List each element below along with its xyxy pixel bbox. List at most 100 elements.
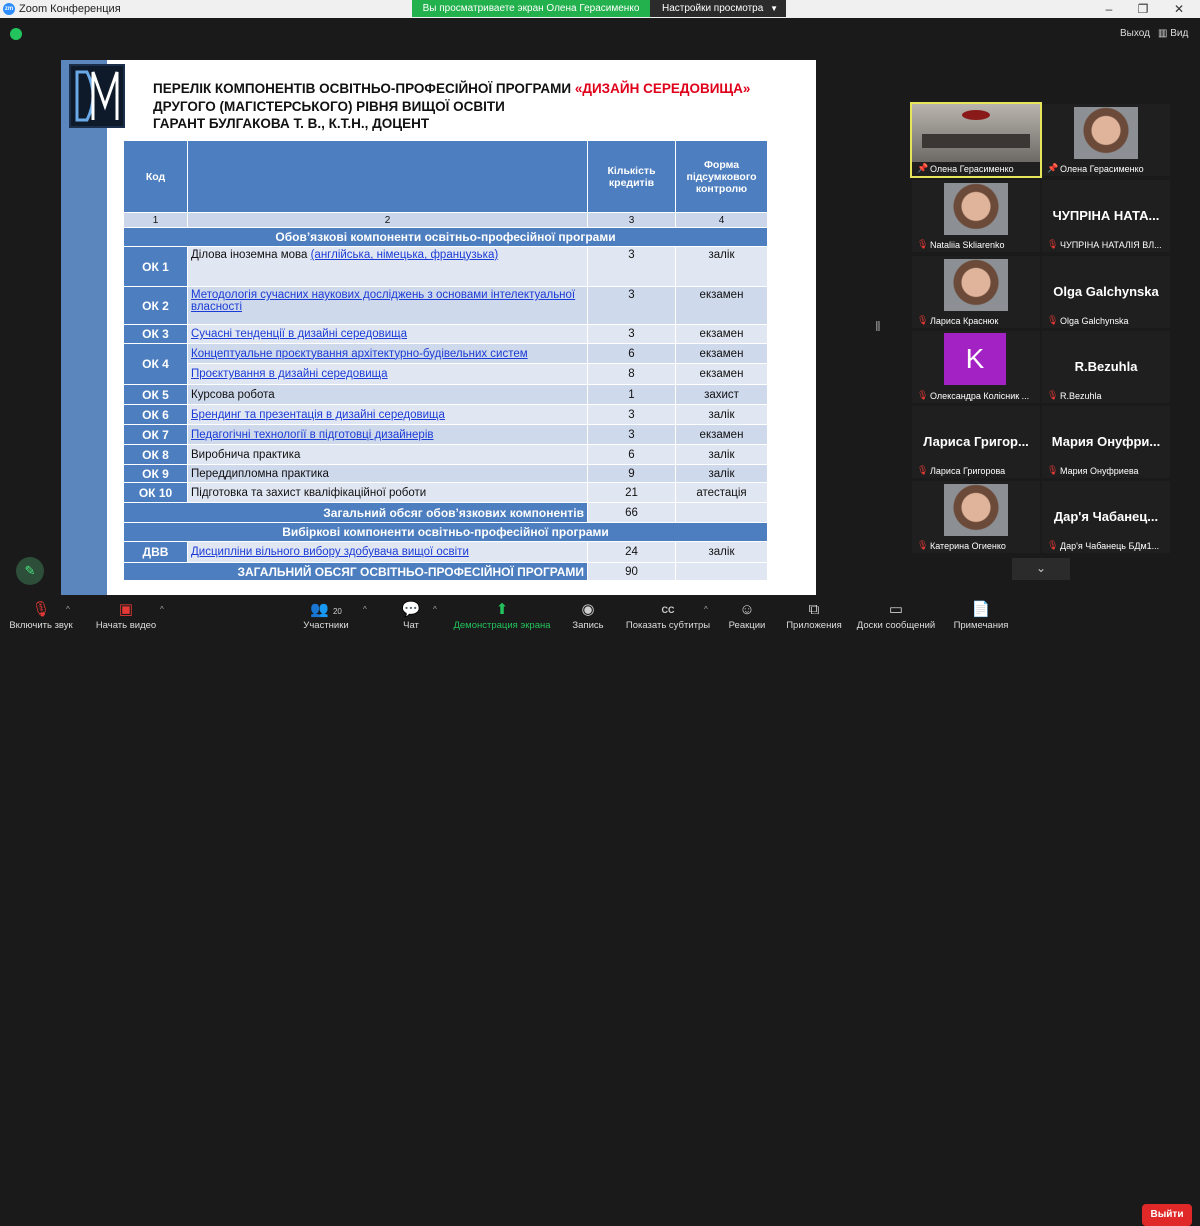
notes-button[interactable]: 📄 Примечания [948, 598, 1014, 638]
total-empty [675, 502, 768, 523]
participant-name: Дар'я Чабанець БДм1... [1060, 541, 1160, 551]
row-name: Переддипломна практика [191, 467, 329, 480]
captions-button[interactable]: CC Показать субтитры [624, 598, 712, 638]
row-form: екзамен [675, 324, 768, 344]
row-name-link[interactable]: Брендинг та презентація в дизайні середо… [191, 409, 445, 421]
participant-tile[interactable]: 🎙 Nataliia Skliarenko [912, 180, 1040, 252]
row-name-link[interactable]: Педагогічні технології в підготовці диза… [191, 429, 434, 441]
participant-name: Nataliia Skliarenko [930, 240, 1005, 250]
minimize-icon[interactable]: – [1094, 2, 1124, 16]
security-shield-icon[interactable] [10, 28, 22, 40]
participant-video [944, 259, 1008, 311]
participant-tile[interactable]: Olga Galchynska 🎙 Olga Galchynska [1042, 256, 1170, 328]
row-name-link[interactable]: Методологія сучасних наукових досліджень… [191, 289, 575, 313]
row-name-link[interactable]: (англійська, німецька, французька) [311, 249, 499, 261]
participant-tile[interactable]: 📌 Олена Герасименко [910, 102, 1042, 178]
table-row: ОК 5 Курсова робота 1 захист [123, 384, 768, 405]
row-name-link[interactable]: Концептуальне проєктування архітектурно-… [191, 348, 528, 360]
heading-line3: ГАРАНТ БУЛГАКОВА Т. В., К.Т.Н., ДОЦЕНТ [153, 116, 430, 131]
mic-muted-icon: 🎙 [1047, 465, 1059, 475]
chevron-down-icon: ⌄ [1035, 561, 1047, 575]
share-banner: Вы просматриваете экран Олена Герасименк… [412, 0, 650, 17]
video-options-caret-icon[interactable]: ^ [160, 605, 164, 614]
participant-tile[interactable]: R.Bezuhla 🎙 R.Bezuhla [1042, 331, 1170, 403]
participant-name: Мария Онуфриева [1060, 466, 1139, 476]
share-screen-icon: ⬆ [495, 601, 509, 618]
row-credits: 9 [587, 464, 676, 483]
notes-label: Примечания [953, 620, 1009, 631]
slide-heading: ПЕРЕЛІК КОМПОНЕНТІВ ОСВІТНЬО-ПРОФЕСІЙНОЇ… [153, 80, 750, 133]
chat-icon: 💬 [401, 601, 421, 618]
total-label: ЗАГАЛЬНИЙ ОБСЯГ ОСВІТНЬО-ПРОФЕСІЙНОЇ ПРО… [123, 562, 588, 581]
reactions-label: Реакции [728, 620, 766, 631]
mic-muted-icon: 🎙 [1047, 239, 1059, 249]
maximize-icon[interactable]: ❐ [1128, 2, 1158, 16]
total-value: 90 [587, 562, 676, 581]
slide-side-stripe [61, 60, 107, 595]
participant-name: ЧУПРІНА НАТАЛІЯ ВЛ... [1060, 240, 1162, 250]
apps-button[interactable]: ⧉ Приложения [782, 598, 846, 638]
view-button[interactable]: ▥ Вид [1158, 28, 1188, 39]
participant-name: Катерина Огиенко [930, 541, 1006, 551]
row-credits: 6 [587, 444, 676, 465]
leave-meeting-button[interactable]: Выйти [1142, 1204, 1192, 1226]
participant-tile[interactable]: Мария Онуфри... 🎙 Мария Онуфриева [1042, 406, 1170, 478]
audio-options-caret-icon[interactable]: ^ [66, 605, 70, 614]
participants-label: Участники [303, 620, 349, 631]
mic-muted-icon: 🎙 [917, 239, 929, 249]
row-name-link[interactable]: Дисципліни вільного вибору здобувача вищ… [191, 546, 469, 558]
participant-tile[interactable]: Дар'я Чабанец... 🎙 Дар'я Чабанець БДм1... [1042, 481, 1170, 553]
captions-caret-icon[interactable]: ^ [704, 605, 708, 614]
start-video-button[interactable]: ▣ Начать видео [94, 598, 158, 638]
participant-tile[interactable]: K 🎙 Олександра Колісник ... [912, 331, 1040, 403]
row-name-link[interactable]: Сучасні тенденції в дизайні середовища [191, 328, 407, 340]
participants-button[interactable]: 👥 20 Участники [300, 598, 352, 638]
col-header-control: Форма підсумкового контролю [675, 140, 768, 213]
participant-tile[interactable]: 🎙 Катерина Огиенко [912, 481, 1040, 553]
row-form: залік [675, 246, 768, 287]
exit-fullscreen-button[interactable]: Выход [1120, 28, 1150, 39]
participants-caret-icon[interactable]: ^ [363, 605, 367, 614]
participant-display-name: Лариса Григор... [923, 434, 1029, 449]
unmute-button[interactable]: 🎙 Включить звук [6, 598, 76, 638]
university-logo [69, 64, 125, 128]
participant-tile[interactable]: 🎙 Лариса Краснюк [912, 256, 1040, 328]
participant-tile[interactable]: 📌 Олена Герасименко [1042, 104, 1170, 176]
chat-caret-icon[interactable]: ^ [433, 605, 437, 614]
chat-label: Чат [403, 620, 419, 631]
participant-tile[interactable]: ЧУПРІНА НАТА... 🎙 ЧУПРІНА НАТАЛІЯ ВЛ... [1042, 180, 1170, 252]
row-code: ОК 2 [123, 286, 188, 325]
captions-label: Показать субтитры [625, 620, 711, 631]
record-label: Запись [572, 620, 604, 631]
reactions-button[interactable]: ☺ Реакции [726, 598, 768, 638]
table-row: Проєктування в дизайні середовища 8 екзаме… [124, 363, 768, 385]
view-options-button[interactable]: Настройки просмотра ▼ [650, 0, 786, 17]
program-table: Код Кількість кредитів Форма підсумковог… [123, 140, 768, 581]
window-title: Zoom Конференция [19, 3, 121, 15]
participant-video [1074, 107, 1138, 159]
row-form: захист [675, 384, 768, 405]
gallery-next-page-button[interactable]: ⌄ [1012, 558, 1070, 580]
record-button[interactable]: ◉ Запись [570, 598, 606, 638]
participant-avatar: K [944, 333, 1006, 385]
participant-display-name: Мария Онуфри... [1051, 434, 1161, 449]
share-screen-button[interactable]: ⬆ Демонстрация экрана [451, 598, 553, 638]
panel-splitter-handle[interactable]: ‖ [875, 318, 881, 338]
table-row: ОК 6 Брендинг та презентація в дизайні се… [123, 404, 768, 425]
row-credits: 24 [587, 541, 676, 563]
participant-name: R.Bezuhla [1060, 391, 1102, 401]
record-icon: ◉ [581, 601, 595, 618]
annotate-pen-icon[interactable]: ✎ [16, 557, 44, 585]
participant-tile[interactable]: Лариса Григор... 🎙 Лариса Григорова [912, 406, 1040, 478]
chat-button[interactable]: 💬 Чат [396, 598, 426, 638]
row-code: ОК 5 [123, 384, 188, 405]
participants-count: 20 [332, 607, 342, 616]
whiteboard-icon: ▭ [888, 601, 904, 618]
view-options-label: Настройки просмотра [662, 3, 764, 14]
close-icon[interactable]: ✕ [1164, 2, 1194, 16]
whiteboards-button[interactable]: ▭ Доски сообщений [852, 598, 940, 638]
section-title: Обов’язкові компоненти освітньо-професій… [123, 227, 768, 247]
row-credits: 3 [587, 404, 676, 425]
row-form: екзамен [675, 343, 768, 364]
row-name-link[interactable]: Проєктування в дизайні середовища [191, 368, 388, 380]
